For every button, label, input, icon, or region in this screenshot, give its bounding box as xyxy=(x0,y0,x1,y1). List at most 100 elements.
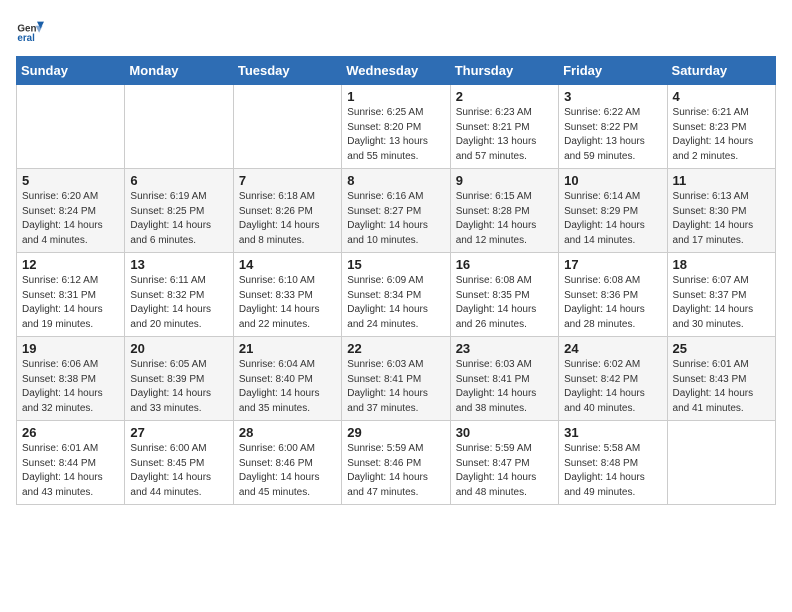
day-info: Sunrise: 6:01 AMSunset: 8:44 PMDaylight:… xyxy=(22,442,119,500)
day-number: 3 xyxy=(564,89,661,104)
day-info: Sunrise: 6:20 AMSunset: 8:24 PMDaylight:… xyxy=(22,190,119,248)
day-number: 23 xyxy=(456,341,553,356)
calendar-day-header: Friday xyxy=(559,57,667,85)
day-info: Sunrise: 6:04 AMSunset: 8:40 PMDaylight:… xyxy=(239,358,336,416)
day-number: 6 xyxy=(130,173,227,188)
day-info: Sunrise: 5:58 AMSunset: 8:48 PMDaylight:… xyxy=(564,442,661,500)
day-number: 27 xyxy=(130,425,227,440)
calendar-day-cell: 11 Sunrise: 6:13 AMSunset: 8:30 PMDayligh… xyxy=(667,169,775,253)
calendar-day-cell: 31 Sunrise: 5:58 AMSunset: 8:48 PMDayligh… xyxy=(559,421,667,505)
calendar-day-cell xyxy=(125,85,233,169)
calendar-day-cell: 18 Sunrise: 6:07 AMSunset: 8:37 PMDayligh… xyxy=(667,253,775,337)
calendar-day-cell: 26 Sunrise: 6:01 AMSunset: 8:44 PMDayligh… xyxy=(17,421,125,505)
day-info: Sunrise: 6:16 AMSunset: 8:27 PMDaylight:… xyxy=(347,190,444,248)
calendar-day-cell: 22 Sunrise: 6:03 AMSunset: 8:41 PMDayligh… xyxy=(342,337,450,421)
day-number: 21 xyxy=(239,341,336,356)
calendar-day-cell: 1Sunrise: 6:25 AMSunset: 8:20 PMDaylight… xyxy=(342,85,450,169)
calendar-day-cell: 19Sunrise: 6:06 AMSunset: 8:38 PMDayligh… xyxy=(17,337,125,421)
calendar-week-row: 5 Sunrise: 6:20 AMSunset: 8:24 PMDaylight… xyxy=(17,169,776,253)
calendar-week-row: 26 Sunrise: 6:01 AMSunset: 8:44 PMDayligh… xyxy=(17,421,776,505)
day-info: Sunrise: 6:03 AMSunset: 8:41 PMDaylight:… xyxy=(456,358,553,416)
calendar-day-cell: 9 Sunrise: 6:15 AMSunset: 8:28 PMDaylight… xyxy=(450,169,558,253)
day-number: 22 xyxy=(347,341,444,356)
day-info: Sunrise: 6:18 AMSunset: 8:26 PMDaylight:… xyxy=(239,190,336,248)
day-number: 9 xyxy=(456,173,553,188)
day-number: 8 xyxy=(347,173,444,188)
header: Gen eral xyxy=(16,16,776,44)
day-number: 31 xyxy=(564,425,661,440)
calendar-header-row: SundayMondayTuesdayWednesdayThursdayFrid… xyxy=(17,57,776,85)
day-number: 5 xyxy=(22,173,119,188)
calendar-day-cell xyxy=(667,421,775,505)
logo: Gen eral xyxy=(16,16,48,44)
calendar-day-cell: 30 Sunrise: 5:59 AMSunset: 8:47 PMDayligh… xyxy=(450,421,558,505)
calendar-day-cell: 13Sunrise: 6:11 AMSunset: 8:32 PMDayligh… xyxy=(125,253,233,337)
day-info: Sunrise: 6:14 AMSunset: 8:29 PMDaylight:… xyxy=(564,190,661,248)
calendar-day-cell xyxy=(17,85,125,169)
calendar-day-cell: 29 Sunrise: 5:59 AMSunset: 8:46 PMDayligh… xyxy=(342,421,450,505)
day-info: Sunrise: 6:23 AMSunset: 8:21 PMDaylight:… xyxy=(456,106,553,164)
day-number: 2 xyxy=(456,89,553,104)
calendar-day-cell: 6 Sunrise: 6:19 AMSunset: 8:25 PMDaylight… xyxy=(125,169,233,253)
calendar-week-row: 1Sunrise: 6:25 AMSunset: 8:20 PMDaylight… xyxy=(17,85,776,169)
calendar-day-header: Thursday xyxy=(450,57,558,85)
calendar-day-cell: 14Sunrise: 6:10 AMSunset: 8:33 PMDayligh… xyxy=(233,253,341,337)
day-number: 4 xyxy=(673,89,770,104)
day-number: 29 xyxy=(347,425,444,440)
calendar-day-cell: 15 Sunrise: 6:09 AMSunset: 8:34 PMDayligh… xyxy=(342,253,450,337)
calendar-day-cell: 23 Sunrise: 6:03 AMSunset: 8:41 PMDayligh… xyxy=(450,337,558,421)
calendar-day-cell: 3 Sunrise: 6:22 AMSunset: 8:22 PMDaylight… xyxy=(559,85,667,169)
day-info: Sunrise: 6:06 AMSunset: 8:38 PMDaylight:… xyxy=(22,358,119,416)
day-info: Sunrise: 6:01 AMSunset: 8:43 PMDaylight:… xyxy=(673,358,770,416)
day-info: Sunrise: 6:25 AMSunset: 8:20 PMDaylight:… xyxy=(347,106,444,164)
day-number: 26 xyxy=(22,425,119,440)
day-info: Sunrise: 6:08 AMSunset: 8:36 PMDaylight:… xyxy=(564,274,661,332)
day-info: Sunrise: 6:19 AMSunset: 8:25 PMDaylight:… xyxy=(130,190,227,248)
day-info: Sunrise: 6:22 AMSunset: 8:22 PMDaylight:… xyxy=(564,106,661,164)
day-number: 10 xyxy=(564,173,661,188)
day-number: 7 xyxy=(239,173,336,188)
calendar-day-header: Monday xyxy=(125,57,233,85)
calendar-day-cell: 25 Sunrise: 6:01 AMSunset: 8:43 PMDayligh… xyxy=(667,337,775,421)
day-number: 11 xyxy=(673,173,770,188)
day-info: Sunrise: 6:15 AMSunset: 8:28 PMDaylight:… xyxy=(456,190,553,248)
calendar-day-header: Wednesday xyxy=(342,57,450,85)
day-number: 13 xyxy=(130,257,227,272)
day-info: Sunrise: 5:59 AMSunset: 8:47 PMDaylight:… xyxy=(456,442,553,500)
calendar-day-cell: 7 Sunrise: 6:18 AMSunset: 8:26 PMDaylight… xyxy=(233,169,341,253)
calendar-day-cell: 21 Sunrise: 6:04 AMSunset: 8:40 PMDayligh… xyxy=(233,337,341,421)
calendar-day-cell: 12Sunrise: 6:12 AMSunset: 8:31 PMDayligh… xyxy=(17,253,125,337)
day-info: Sunrise: 5:59 AMSunset: 8:46 PMDaylight:… xyxy=(347,442,444,500)
day-info: Sunrise: 6:03 AMSunset: 8:41 PMDaylight:… xyxy=(347,358,444,416)
day-info: Sunrise: 6:02 AMSunset: 8:42 PMDaylight:… xyxy=(564,358,661,416)
calendar-day-cell: 27 Sunrise: 6:00 AMSunset: 8:45 PMDayligh… xyxy=(125,421,233,505)
day-info: Sunrise: 6:21 AMSunset: 8:23 PMDaylight:… xyxy=(673,106,770,164)
day-info: Sunrise: 6:08 AMSunset: 8:35 PMDaylight:… xyxy=(456,274,553,332)
calendar-day-cell: 16 Sunrise: 6:08 AMSunset: 8:35 PMDayligh… xyxy=(450,253,558,337)
calendar-day-cell: 5 Sunrise: 6:20 AMSunset: 8:24 PMDaylight… xyxy=(17,169,125,253)
day-number: 30 xyxy=(456,425,553,440)
day-info: Sunrise: 6:13 AMSunset: 8:30 PMDaylight:… xyxy=(673,190,770,248)
svg-text:eral: eral xyxy=(17,33,35,44)
day-number: 18 xyxy=(673,257,770,272)
calendar-week-row: 19Sunrise: 6:06 AMSunset: 8:38 PMDayligh… xyxy=(17,337,776,421)
day-number: 20 xyxy=(130,341,227,356)
day-number: 17 xyxy=(564,257,661,272)
calendar-day-cell: 8 Sunrise: 6:16 AMSunset: 8:27 PMDaylight… xyxy=(342,169,450,253)
day-number: 14 xyxy=(239,257,336,272)
day-info: Sunrise: 6:05 AMSunset: 8:39 PMDaylight:… xyxy=(130,358,227,416)
day-info: Sunrise: 6:07 AMSunset: 8:37 PMDaylight:… xyxy=(673,274,770,332)
calendar-day-header: Tuesday xyxy=(233,57,341,85)
logo-icon: Gen eral xyxy=(16,16,44,44)
calendar-day-header: Saturday xyxy=(667,57,775,85)
day-info: Sunrise: 6:00 AMSunset: 8:46 PMDaylight:… xyxy=(239,442,336,500)
calendar-day-cell: 2 Sunrise: 6:23 AMSunset: 8:21 PMDaylight… xyxy=(450,85,558,169)
day-info: Sunrise: 6:00 AMSunset: 8:45 PMDaylight:… xyxy=(130,442,227,500)
day-number: 25 xyxy=(673,341,770,356)
day-number: 15 xyxy=(347,257,444,272)
day-info: Sunrise: 6:09 AMSunset: 8:34 PMDaylight:… xyxy=(347,274,444,332)
calendar-day-header: Sunday xyxy=(17,57,125,85)
day-number: 16 xyxy=(456,257,553,272)
calendar-day-cell: 28Sunrise: 6:00 AMSunset: 8:46 PMDayligh… xyxy=(233,421,341,505)
calendar-day-cell: 24Sunrise: 6:02 AMSunset: 8:42 PMDayligh… xyxy=(559,337,667,421)
